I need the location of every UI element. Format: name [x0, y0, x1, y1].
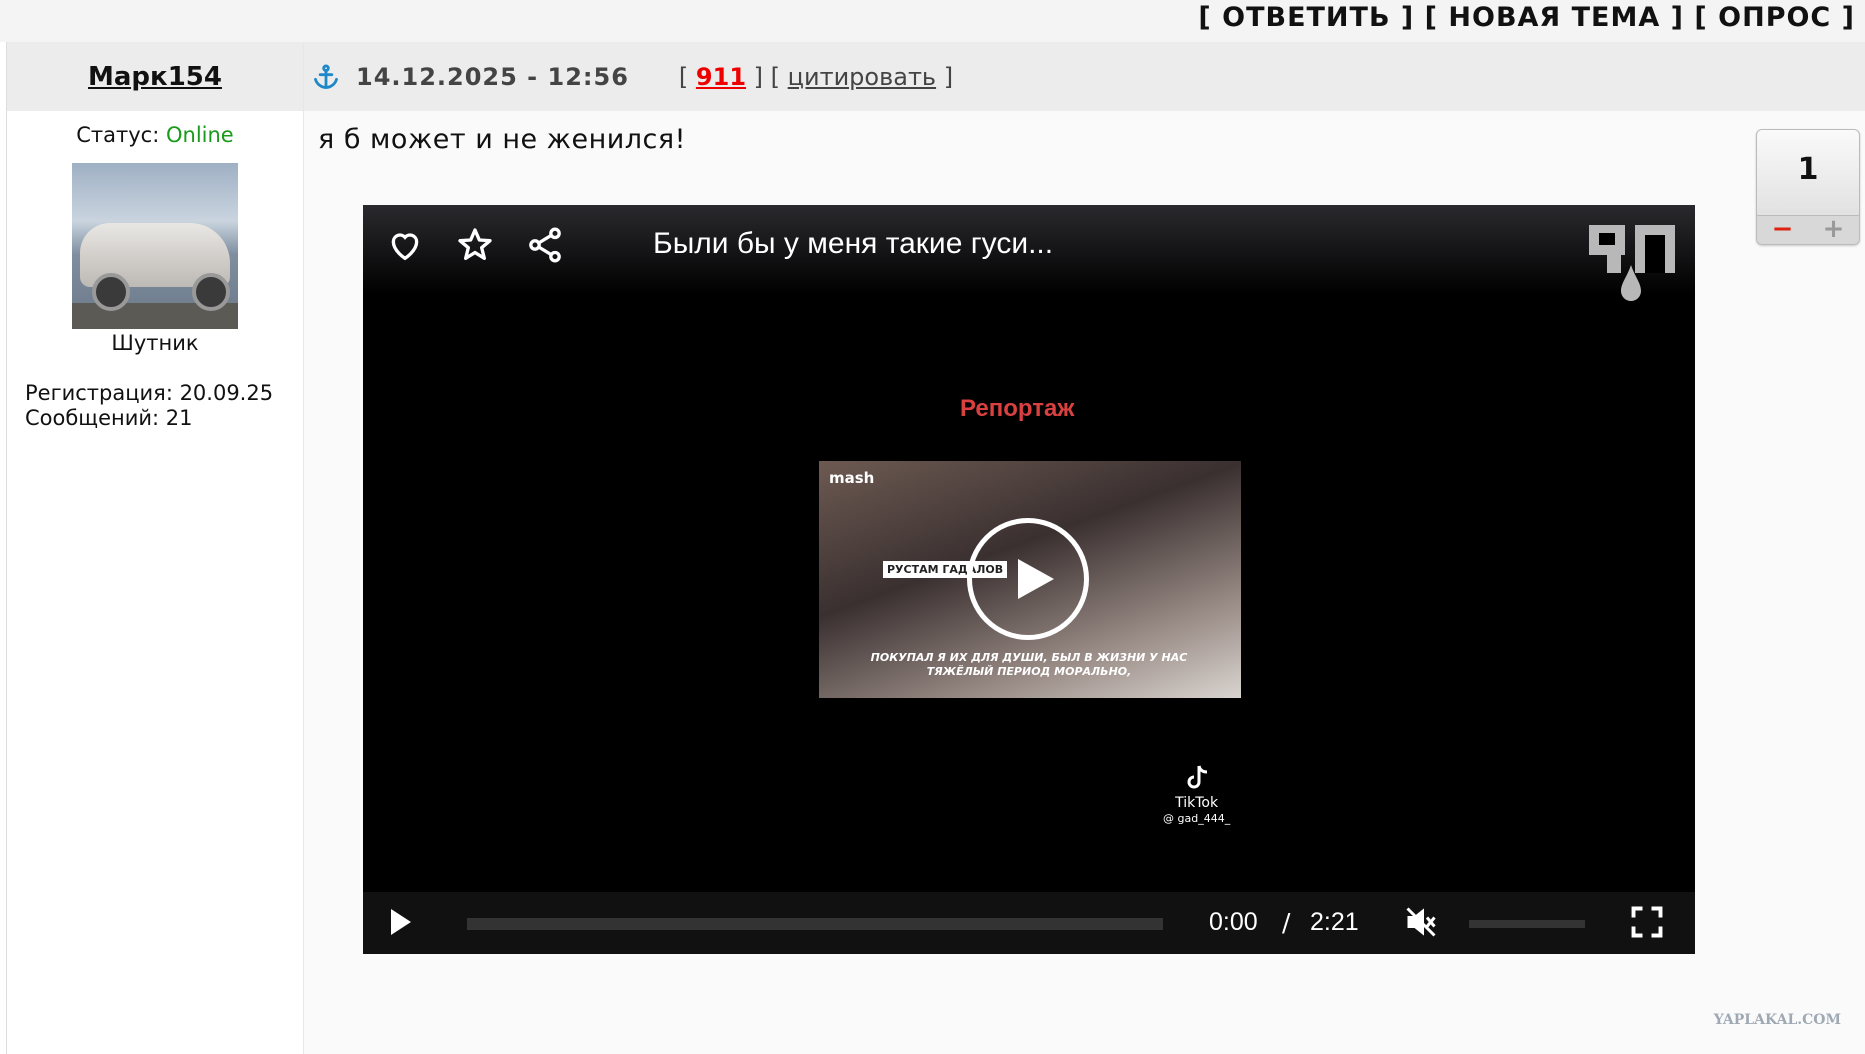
reply-button[interactable]: [ ОТВЕТИТЬ ] — [1198, 2, 1414, 33]
video-player[interactable]: Были бы у меня такие гуси... Репортаж ma… — [363, 205, 1695, 954]
current-time: 0:00 — [1209, 908, 1258, 936]
video-title: Были бы у меня такие гуси... — [653, 227, 1054, 260]
duration: 2:21 — [1310, 908, 1359, 936]
status-online: Online — [165, 123, 234, 147]
tiktok-icon — [1163, 765, 1230, 795]
registration-date: Регистрация: 20.09.25 — [25, 381, 274, 405]
user-meta: Регистрация: 20.09.25 Сообщений: 21 — [25, 381, 303, 431]
post-links: [ 911 ] [ цитировать ] — [678, 62, 954, 91]
mash-logo: mash — [829, 469, 875, 487]
user-rank: Шутник — [111, 331, 199, 355]
anchor-icon[interactable] — [312, 63, 340, 91]
volume-slider[interactable] — [1469, 920, 1585, 928]
video-overlay-heading: Репортаж — [960, 395, 1075, 422]
post-date: 14.12.2025 - 12:56 — [356, 62, 629, 91]
topic-actions: [ ОТВЕТИТЬ ] [ НОВАЯ ТЕМА ] [ ОПРОС ] — [1198, 2, 1855, 33]
video-controls: 0:00 / 2:21 — [363, 892, 1695, 954]
big-play-button[interactable] — [967, 518, 1089, 640]
avatar[interactable] — [72, 163, 238, 329]
yap-logo-icon — [1587, 219, 1679, 309]
rating-value: 1 — [1797, 152, 1819, 187]
username-link[interactable]: Марк154 — [88, 62, 222, 92]
new-topic-button[interactable]: [ НОВАЯ ТЕМА ] — [1425, 2, 1684, 33]
message-count: Сообщений: 21 — [25, 406, 193, 430]
time-separator: / — [1282, 908, 1291, 937]
rating-minus-button[interactable]: − — [1757, 216, 1808, 244]
star-icon[interactable] — [455, 225, 495, 265]
status-label: Статус: — [76, 123, 160, 147]
rating-plus-button[interactable]: + — [1808, 216, 1859, 244]
poll-button[interactable]: [ ОПРОС ] — [1694, 2, 1855, 33]
post-content-column: 14.12.2025 - 12:56 [ 911 ] [ цитировать … — [304, 42, 1865, 1054]
site-watermark: YAPLAKAL.COM — [1713, 1012, 1841, 1028]
share-icon[interactable] — [525, 225, 565, 265]
fullscreen-icon[interactable] — [1629, 904, 1665, 944]
progress-bar[interactable] — [467, 918, 1163, 930]
quote-link[interactable]: цитировать — [788, 63, 936, 91]
post-number-link[interactable]: 911 — [696, 63, 746, 91]
user-status: Статус: Online — [7, 123, 303, 147]
user-header: Марк154 — [7, 42, 303, 111]
user-info-column: Марк154 Статус: Online Шутник Регистраци… — [7, 42, 304, 1054]
post-text: я б может и не женился! — [318, 124, 686, 155]
forum-post: Марк154 Статус: Online Шутник Регистраци… — [6, 42, 1865, 1054]
play-icon[interactable] — [389, 907, 413, 941]
rating-widget: 1 − + — [1756, 129, 1860, 245]
post-header: 14.12.2025 - 12:56 [ 911 ] [ цитировать … — [304, 42, 1865, 111]
top-action-bar: [ ОТВЕТИТЬ ] [ НОВАЯ ТЕМА ] [ ОПРОС ] — [0, 0, 1865, 42]
heart-icon[interactable] — [385, 225, 425, 265]
tiktok-watermark: TikTok @ gad_444_ — [1163, 765, 1230, 827]
mute-icon[interactable] — [1403, 904, 1439, 944]
frame-caption: ПОКУПАЛ Я ИХ ДЛЯ ДУШИ, БЫЛ В ЖИЗНИ У НАС… — [870, 651, 1188, 678]
tiktok-handle: @ gad_444_ — [1163, 812, 1231, 825]
tiktok-label: TikTok — [1175, 795, 1219, 811]
